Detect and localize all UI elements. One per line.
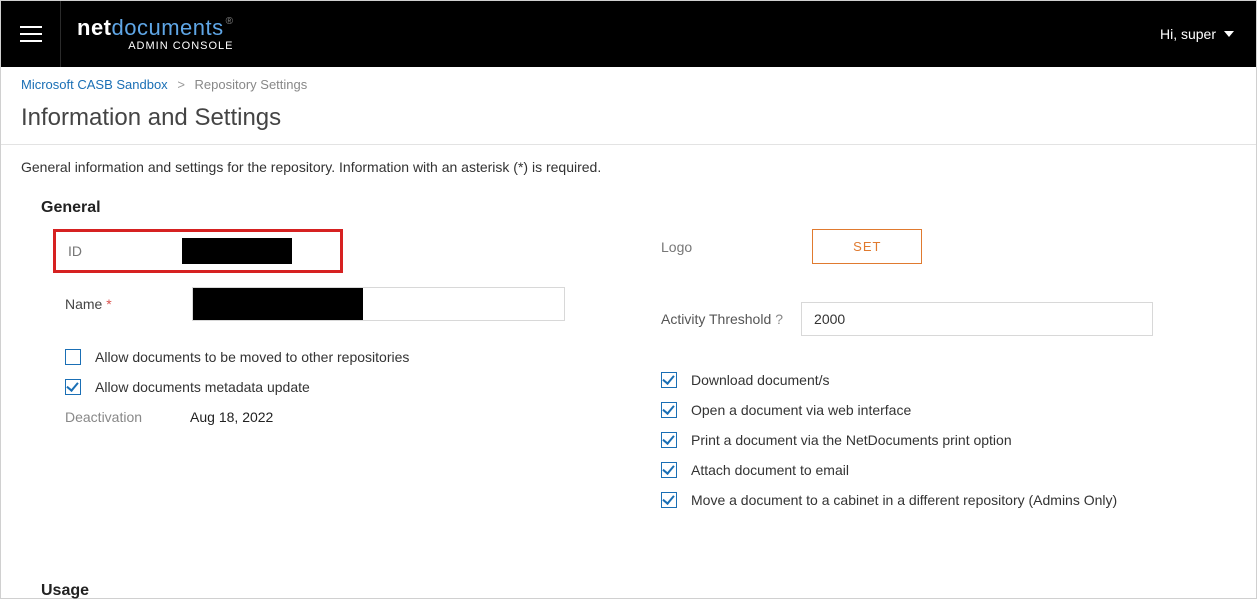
- activity-threshold-input[interactable]: [801, 302, 1153, 336]
- permission-row: Download document/s: [661, 372, 1216, 388]
- logo-subtitle: ADMIN CONSOLE: [77, 41, 234, 52]
- brand-logo: netdocuments® ADMIN CONSOLE: [77, 17, 234, 52]
- activity-threshold-label: Activity Threshold ?: [661, 311, 783, 327]
- permission-row: Attach document to email: [661, 462, 1216, 478]
- page-title: Information and Settings: [1, 98, 1256, 145]
- name-value-redacted: [193, 288, 363, 320]
- hamburger-icon: [20, 26, 42, 42]
- permission-row: Print a document via the NetDocuments pr…: [661, 432, 1216, 448]
- breadcrumb-root-link[interactable]: Microsoft CASB Sandbox: [21, 77, 168, 92]
- permission-print-checkbox[interactable]: [661, 432, 677, 448]
- permission-label: Open a document via web interface: [691, 402, 911, 418]
- user-menu[interactable]: Hi, super: [1160, 26, 1234, 42]
- allow-meta-row: Allow documents metadata update: [65, 379, 601, 395]
- logo-row: Logo SET: [661, 229, 1216, 264]
- permission-open-web-checkbox[interactable]: [661, 402, 677, 418]
- page-description: General information and settings for the…: [1, 145, 1256, 189]
- trademark-icon: ®: [226, 16, 234, 27]
- name-label: Name *: [65, 296, 112, 312]
- logo-text-part2: documents: [112, 15, 224, 40]
- breadcrumb: Microsoft CASB Sandbox > Repository Sett…: [1, 67, 1256, 98]
- breadcrumb-current: Repository Settings: [195, 77, 308, 92]
- permission-label: Attach document to email: [691, 462, 849, 478]
- app-header: netdocuments® ADMIN CONSOLE Hi, super: [1, 1, 1256, 67]
- deactivation-date: Aug 18, 2022: [190, 409, 273, 425]
- activity-threshold-row: Activity Threshold ?: [661, 302, 1216, 336]
- permission-label: Print a document via the NetDocuments pr…: [691, 432, 1012, 448]
- header-left: netdocuments® ADMIN CONSOLE: [1, 1, 234, 67]
- hamburger-menu-button[interactable]: [1, 1, 61, 67]
- allow-meta-checkbox[interactable]: [65, 379, 81, 395]
- name-input[interactable]: [192, 287, 565, 321]
- permission-attach-email-checkbox[interactable]: [661, 462, 677, 478]
- allow-move-row: Allow documents to be moved to other rep…: [65, 349, 601, 365]
- user-greeting: Hi, super: [1160, 26, 1216, 42]
- id-label: ID: [68, 243, 82, 259]
- logo-label: Logo: [661, 239, 692, 255]
- general-section-title: General: [41, 199, 1216, 217]
- chevron-down-icon: [1224, 31, 1234, 37]
- general-right-column: Logo SET Activity Threshold ? Download d…: [641, 229, 1216, 522]
- name-row: Name *: [65, 287, 601, 321]
- id-value-redacted: [182, 238, 292, 264]
- general-section: General ID Name * Allow documents to be …: [1, 189, 1256, 522]
- allow-move-checkbox[interactable]: [65, 349, 81, 365]
- deactivation-row: Deactivation Aug 18, 2022: [65, 409, 601, 425]
- set-logo-button[interactable]: SET: [812, 229, 922, 264]
- permission-label: Download document/s: [691, 372, 830, 388]
- permission-download-checkbox[interactable]: [661, 372, 677, 388]
- permission-label: Move a document to a cabinet in a differ…: [691, 492, 1117, 508]
- help-icon[interactable]: ?: [775, 311, 783, 327]
- id-highlight-frame: ID: [53, 229, 343, 273]
- permissions-list: Download document/s Open a document via …: [661, 372, 1216, 508]
- required-mark: *: [106, 296, 111, 312]
- permission-move-cabinet-checkbox[interactable]: [661, 492, 677, 508]
- usage-section-title: Usage: [1, 522, 1256, 600]
- general-left-column: ID Name * Allow documents to be moved to…: [41, 229, 601, 522]
- permission-row: Move a document to a cabinet in a differ…: [661, 492, 1216, 508]
- deactivation-label: Deactivation: [65, 409, 142, 425]
- permission-row: Open a document via web interface: [661, 402, 1216, 418]
- breadcrumb-separator: >: [177, 77, 185, 92]
- allow-move-label: Allow documents to be moved to other rep…: [95, 349, 409, 365]
- logo-text-part1: net: [77, 15, 112, 40]
- allow-meta-label: Allow documents metadata update: [95, 379, 310, 395]
